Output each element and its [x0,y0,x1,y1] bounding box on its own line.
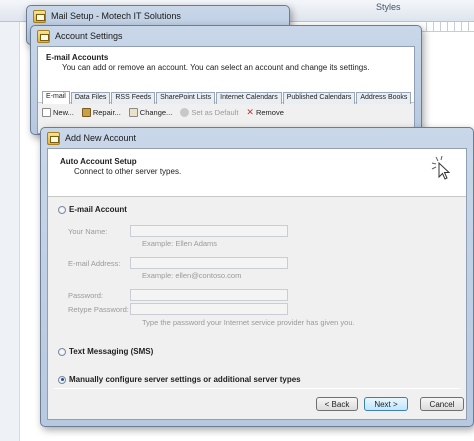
manual-config-radio[interactable] [58,375,66,384]
add-account-titlebar[interactable]: Add New Account [41,128,473,148]
tab-rss-feeds[interactable]: RSS Feeds [111,92,156,104]
manual-config-label: Manually configure server settings or ad… [69,375,301,384]
account-settings-icon [37,29,50,43]
change-icon [128,108,138,117]
text-messaging-label: Text Messaging (SMS) [69,347,154,356]
new-icon [42,108,51,117]
auto-setup-title: Auto Account Setup [60,157,137,166]
email-accounts-title: E-mail Accounts [46,53,109,62]
email-account-radio[interactable] [58,205,66,214]
account-settings-titlebar[interactable]: Account Settings [31,26,421,46]
tab-data-files[interactable]: Data Files [70,92,111,104]
tab-address-books[interactable]: Address Books [356,92,412,104]
account-toolbar: New... Repair... Change... Set as Defaul… [42,107,284,118]
account-settings-window: Account Settings E-mail Accounts You can… [30,25,422,135]
retype-password-input[interactable] [130,303,288,315]
email-address-hint: Example: ellen@contoso.com [142,271,242,280]
back-button[interactable]: < Back [316,397,358,411]
tab-sharepoint-lists[interactable]: SharePoint Lists [156,92,216,104]
tab-internet-calendars[interactable]: Internet Calendars [216,92,282,104]
retype-password-label: Retype Password: [68,305,129,314]
mail-setup-icon [33,9,46,23]
mail-setup-title: Mail Setup - Motech IT Solutions [51,11,181,21]
your-name-input[interactable] [130,225,288,237]
auto-setup-header: Auto Account Setup Connect to other serv… [48,149,466,197]
your-name-hint: Example: Ellen Adams [142,239,218,248]
change-account-button[interactable]: Change... [128,108,172,117]
add-account-icon [47,131,60,145]
text-messaging-option[interactable]: Text Messaging (SMS) [58,347,153,356]
next-button[interactable]: Next > [364,397,408,411]
set-default-button[interactable]: Set as Default [180,108,238,117]
cursor-click-icon [431,155,451,180]
password-input[interactable] [130,289,288,301]
tab-email[interactable]: E-mail [42,91,70,104]
mail-setup-titlebar[interactable]: Mail Setup - Motech IT Solutions [27,6,289,26]
your-name-label: Your Name: [68,227,108,236]
repair-icon [81,108,91,117]
add-account-title: Add New Account [65,133,137,143]
password-hint: Type the password your Internet service … [142,318,355,327]
word-ruler [420,22,474,32]
account-settings-tabs: E-mail Data Files RSS Feeds SharePoint L… [42,91,412,104]
word-left-margin [0,22,20,441]
remove-icon: ✕ [246,107,254,117]
tab-published-calendars[interactable]: Published Calendars [282,92,356,104]
add-account-body: Auto Account Setup Connect to other serv… [47,148,467,420]
manual-config-option[interactable]: Manually configure server settings or ad… [58,375,301,384]
cancel-button[interactable]: Cancel [420,397,464,411]
email-accounts-subtitle: You can add or remove an account. You ca… [62,63,370,72]
add-new-account-window: Add New Account Auto Account Setup Conne… [40,127,474,427]
password-label: Password: [68,291,104,300]
button-separator [54,388,460,389]
email-account-label: E-mail Account [69,205,127,214]
styles-group-label: Styles [376,2,401,12]
repair-account-button[interactable]: Repair... [81,108,121,117]
auto-setup-subtitle: Connect to other server types. [74,167,182,176]
email-account-option[interactable]: E-mail Account [58,205,127,214]
account-settings-title: Account Settings [55,31,123,41]
checkmark-icon [180,108,190,117]
text-messaging-radio[interactable] [58,347,66,356]
remove-account-button[interactable]: ✕ Remove [246,107,283,118]
email-accounts-header: E-mail Accounts You can add or remove an… [38,47,414,104]
account-settings-body: E-mail Accounts You can add or remove an… [37,46,415,134]
email-address-input[interactable] [130,257,288,269]
email-address-label: E-mail Address: [68,259,121,268]
new-account-button[interactable]: New... [42,108,74,117]
